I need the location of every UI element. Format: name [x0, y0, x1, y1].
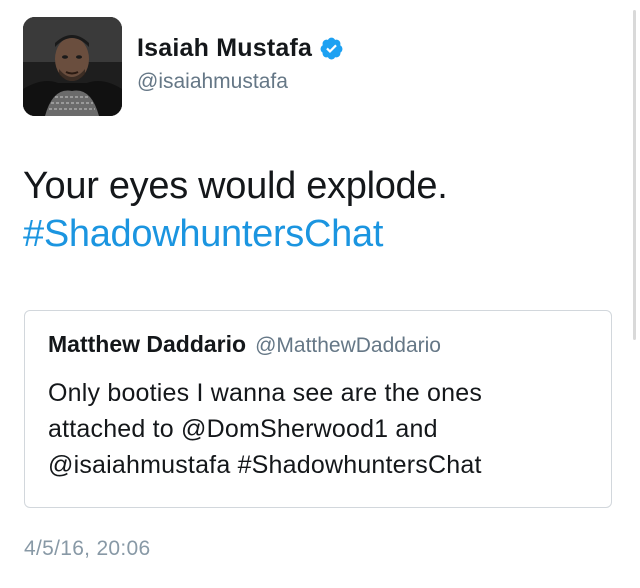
quoted-text-line: Only booties I wanna see are the ones: [48, 379, 483, 407]
hashtag-link[interactable]: #ShadowhuntersChat: [23, 210, 613, 258]
quoted-text-line: @isaiahmustafa #ShadowhuntersChat: [48, 451, 482, 479]
author-display-name[interactable]: Isaiah Mustafa: [137, 34, 312, 63]
tweet-text-line: Your eyes would explode.: [23, 165, 448, 207]
quoted-tweet-header: Matthew Daddario @MatthewDaddario: [48, 331, 441, 358]
author-handle[interactable]: @isaiahmustafa: [137, 70, 344, 94]
quoted-author-handle: @MatthewDaddario: [255, 334, 441, 357]
tweet-header: Isaiah Mustafa @isaiahmustafa: [23, 17, 344, 116]
quoted-tweet-text: Only booties I wanna see are the ones at…: [48, 375, 593, 483]
quoted-author-name: Matthew Daddario: [48, 331, 247, 357]
quoted-tweet-card[interactable]: Matthew Daddario @MatthewDaddario Only b…: [24, 310, 612, 508]
scrollbar[interactable]: [633, 10, 636, 340]
tweet-timestamp: 4/5/16, 20:06: [24, 537, 151, 560]
author-name-row: Isaiah Mustafa: [137, 34, 344, 63]
verified-badge-icon: [319, 36, 344, 61]
tweet-text: Your eyes would explode. #ShadowhuntersC…: [23, 162, 613, 258]
avatar-image: [23, 17, 122, 116]
avatar[interactable]: [23, 17, 122, 116]
quoted-text-line: attached to @DomSherwood1 and: [48, 415, 438, 443]
author-names: Isaiah Mustafa @isaiahmustafa: [137, 34, 344, 94]
